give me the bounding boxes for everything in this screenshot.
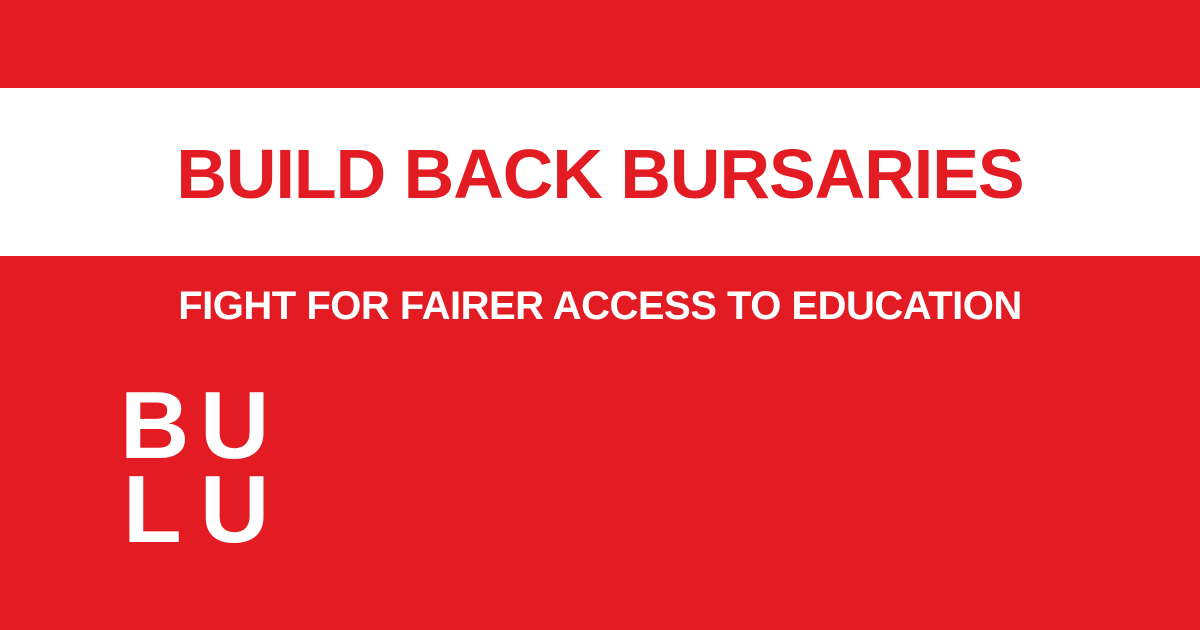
logo-letter-u-2: U: [200, 456, 270, 563]
title-band: BUILD BACK BURSARIES: [0, 88, 1200, 256]
campaign-tagline: FIGHT FOR FAIRER ACCESS TO EDUCATION: [178, 284, 1022, 328]
logo-letter-l: L: [123, 456, 182, 563]
banner-background: BUILD BACK BURSARIES FIGHT FOR FAIRER AC…: [0, 0, 1200, 630]
campaign-title: BUILD BACK BURSARIES: [176, 135, 1024, 213]
bulu-logo: B U L U: [120, 378, 280, 558]
